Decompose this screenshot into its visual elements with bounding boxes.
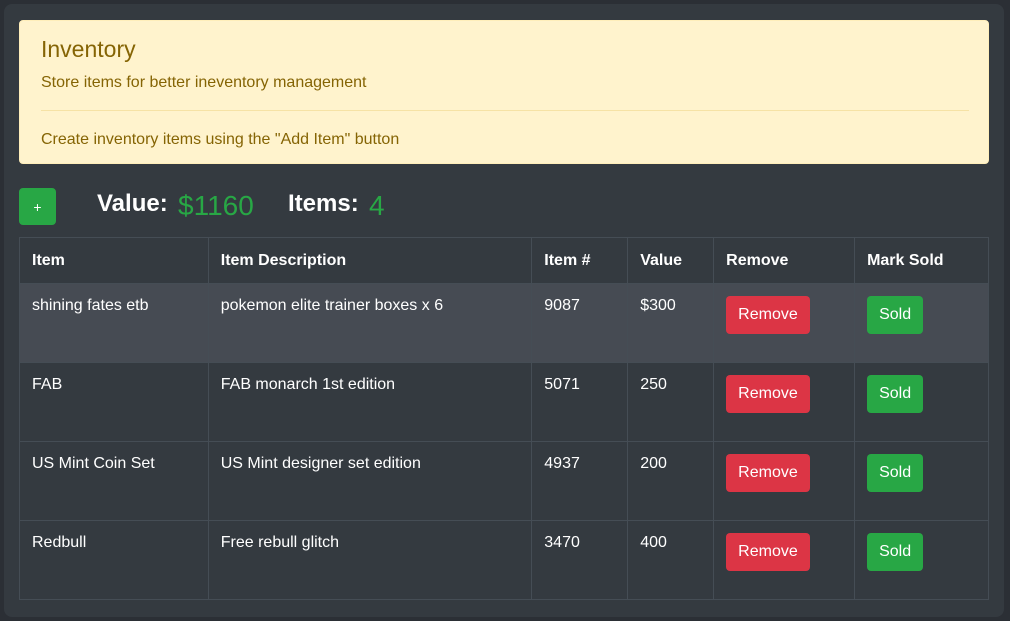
cell-description: pokemon elite trainer boxes x 6 (207, 283, 533, 363)
cell-description: FAB monarch 1st edition (207, 362, 533, 442)
inventory-table: Item Item Description Item # Value Remov… (19, 237, 989, 600)
cell-remove: Remove (713, 441, 856, 521)
app-container: Inventory Store items for better inevent… (4, 4, 1004, 617)
cell-item: Redbull (19, 520, 209, 600)
sold-button[interactable]: Sold (867, 454, 924, 492)
table-row: shining fates etb pokemon elite trainer … (19, 283, 989, 363)
cell-item: US Mint Coin Set (19, 441, 209, 521)
cell-mark-sold: Sold (854, 441, 989, 521)
table-header-row: Item Item Description Item # Value Remov… (19, 237, 989, 284)
sold-button[interactable]: Sold (867, 533, 924, 571)
cell-remove: Remove (713, 520, 856, 600)
cell-item-number: 9087 (531, 283, 629, 363)
add-item-hint: Create inventory items using the "Add It… (41, 131, 400, 148)
page-title: Inventory (41, 36, 136, 62)
inventory-alert: Inventory Store items for better inevent… (19, 20, 989, 164)
sold-button[interactable]: Sold (867, 296, 924, 334)
remove-button[interactable]: Remove (726, 296, 810, 334)
cell-mark-sold: Sold (854, 362, 989, 442)
cell-remove: Remove (713, 362, 856, 442)
remove-button[interactable]: Remove (726, 533, 810, 571)
alert-divider (41, 110, 969, 111)
header-value: Value (627, 237, 715, 284)
table-row: FAB FAB monarch 1st edition 5071 250 Rem… (19, 362, 989, 442)
cell-value: 400 (627, 520, 715, 600)
cell-item-number: 3470 (531, 520, 629, 600)
header-description: Item Description (207, 237, 533, 284)
cell-value: $300 (627, 283, 715, 363)
add-item-button[interactable]: + (19, 188, 56, 225)
table-row: US Mint Coin Set US Mint designer set ed… (19, 441, 989, 521)
cell-value: 250 (627, 362, 715, 442)
items-count: 4 (369, 190, 385, 221)
header-mark-sold: Mark Sold (854, 237, 989, 284)
header-item-number: Item # (531, 237, 629, 284)
items-label: Items: (288, 190, 359, 217)
header-remove: Remove (713, 237, 856, 284)
cell-item: FAB (19, 362, 209, 442)
cell-item-number: 5071 (531, 362, 629, 442)
cell-value: 200 (627, 441, 715, 521)
total-value: $1160 (178, 190, 254, 221)
remove-button[interactable]: Remove (726, 375, 810, 413)
remove-button[interactable]: Remove (726, 454, 810, 492)
table-row: Redbull Free rebull glitch 3470 400 Remo… (19, 520, 989, 600)
cell-item-number: 4937 (531, 441, 629, 521)
sold-button[interactable]: Sold (867, 375, 924, 413)
header-item: Item (19, 237, 209, 284)
cell-remove: Remove (713, 283, 856, 363)
cell-item: shining fates etb (19, 283, 209, 363)
cell-mark-sold: Sold (854, 283, 989, 363)
page-subtitle: Store items for better ineventory manage… (41, 74, 367, 91)
value-label: Value: (97, 190, 168, 217)
cell-description: US Mint designer set edition (207, 441, 533, 521)
cell-description: Free rebull glitch (207, 520, 533, 600)
cell-mark-sold: Sold (854, 520, 989, 600)
